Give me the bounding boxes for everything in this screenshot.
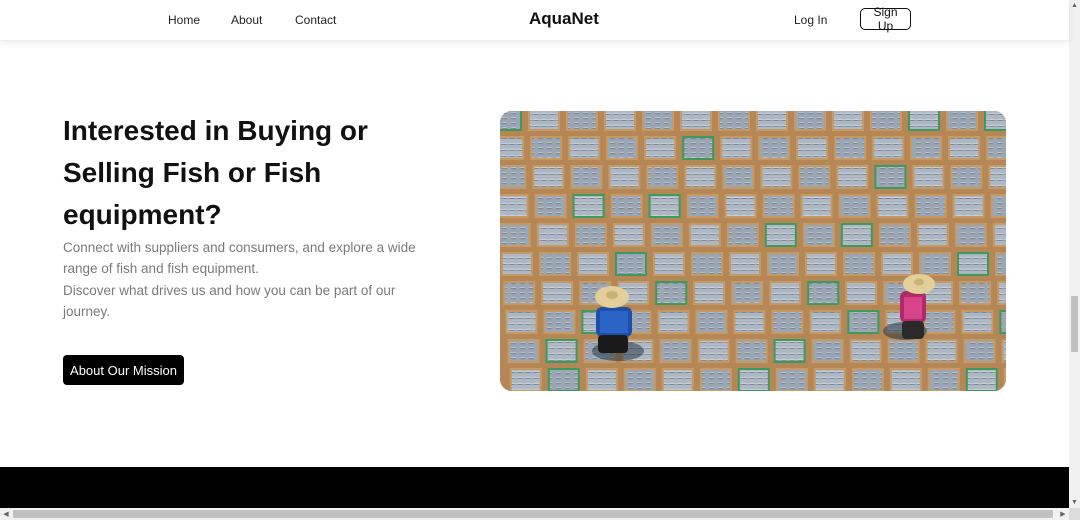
vertical-scroll-thumb[interactable] [1071, 296, 1078, 352]
signup-button[interactable]: Sign Up [860, 5, 911, 33]
login-link[interactable]: Log In [794, 13, 827, 27]
footer-section [0, 467, 1069, 508]
scroll-down-icon[interactable]: ▼ [1069, 497, 1080, 508]
scroll-right-icon[interactable]: ▶ [1057, 508, 1069, 520]
scroll-left-icon[interactable]: ◀ [0, 508, 12, 520]
scroll-up-icon[interactable]: ▲ [1069, 0, 1080, 11]
hero-description-line-1: Connect with suppliers and consumers, an… [63, 240, 416, 277]
horizontal-scrollbar[interactable]: ◀ ▶ [0, 508, 1069, 520]
horizontal-scroll-thumb[interactable] [13, 510, 1053, 518]
nav-about-link[interactable]: About [231, 13, 262, 27]
hero-image [500, 111, 1006, 391]
top-navbar: Home About Contact AquaNet Log In Sign U… [0, 0, 1069, 41]
brand-logo[interactable]: AquaNet [529, 9, 599, 29]
hero-description: Connect with suppliers and consumers, an… [63, 237, 433, 322]
hero-description-line-2: Discover what drives us and how you can … [63, 282, 396, 319]
nav-home-link[interactable]: Home [168, 13, 200, 27]
about-mission-button[interactable]: About Our Mission [63, 355, 184, 385]
vertical-scrollbar[interactable]: ▲ ▼ [1069, 0, 1080, 508]
scrollbar-corner [1069, 508, 1080, 520]
nav-contact-link[interactable]: Contact [295, 13, 336, 27]
hero-headline: Interested in Buying or Selling Fish or … [63, 115, 368, 230]
